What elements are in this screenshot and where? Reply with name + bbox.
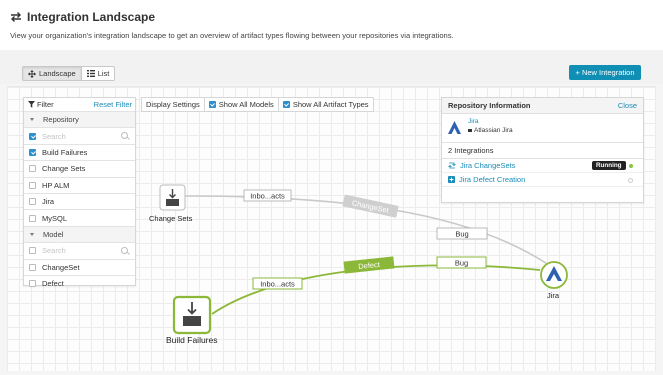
model-item-defect[interactable]: Defect [24,274,135,291]
checkbox[interactable] [29,263,36,271]
checkbox[interactable] [29,280,36,288]
repository-item-hp-alm[interactable]: HP ALM [24,176,135,193]
edge-buildfailures-to-jira [211,264,541,315]
checkbox[interactable] [29,214,36,222]
model-item-changeset[interactable]: ChangeSet [24,258,135,275]
edge-label-bottom-inbound[interactable]: Inbo...acts [252,277,303,290]
running-badge: Running [592,161,626,170]
integration-item-jira-changesets[interactable]: Jira ChangeSets Running [442,159,643,173]
status-dot-green [629,163,633,168]
repository-search-row[interactable]: Search [24,127,135,143]
repository-information-panel: Repository Information Close Jira Atlass… [441,97,644,203]
model-search-row[interactable]: Search [24,242,135,258]
change-sets-node-label: Change Sets [149,214,193,223]
model-group-label: Model [43,229,64,239]
show-all-models-checkbox[interactable] [208,101,216,108]
top-outbound-text: Bug [455,230,468,239]
repository-group-label: Repository [43,115,79,125]
repository-item-label: MySQL [42,213,68,223]
repository-item-change-sets[interactable]: Change Sets [24,160,135,176]
integrations-count-text: 2 Integrations [448,146,494,155]
edge-label-top-inbound[interactable]: Inbo...acts [243,189,292,202]
build-failures-node-label: Build Failures [166,335,218,345]
caret-down-icon [30,232,34,236]
show-all-models-label: Show All Models [218,100,274,109]
jira-node-label: Jira [547,291,560,300]
edge-label-top-outbound[interactable]: Bug [436,227,488,240]
integration-label: Jira ChangeSets [460,161,516,170]
checkbox[interactable] [29,181,36,189]
repository-item-label: HP ALM [42,180,70,190]
node-jira[interactable] [540,261,568,289]
filter-title: Filter [28,100,54,109]
jira-logo-icon [448,121,461,134]
repository-item-label: Change Sets [42,164,86,174]
filter-header: Filter Reset Filter [24,98,135,111]
node-change-sets[interactable] [159,184,186,211]
status-dot-empty [628,177,633,183]
repository-item-build-failures[interactable]: Build Failures [24,143,135,160]
sync-icon [448,162,456,169]
search-icon [121,132,128,140]
display-settings-bar: Display Settings Show All Models Show Al… [141,97,374,112]
node-build-failures[interactable] [172,295,212,335]
repository-info-header: Repository Information Close [442,98,643,114]
show-all-artifact-types-label: Show All Artifact Types [292,100,369,109]
filter-panel: Filter Reset Filter Repository Search Bu… [23,97,136,288]
search-icon [121,247,128,255]
filter-title-text: Filter [37,100,54,109]
repository-info-title: Repository Information [448,101,531,110]
repository-item-label: Build Failures [42,147,88,157]
checkbox[interactable] [29,148,36,156]
integrations-count: 2 Integrations [442,143,643,159]
repository-type: Atlassian Jira [468,127,513,134]
select-all-repositories-checkbox[interactable] [29,132,36,140]
reset-filter-link[interactable]: Reset Filter [94,100,132,109]
select-all-models-checkbox[interactable] [29,247,36,255]
plus-square-icon [448,176,455,183]
show-all-models-toggle[interactable]: Show All Models [203,98,278,111]
edge-label-bottom-model[interactable]: Defect [343,256,395,274]
model-group-toggle[interactable]: Model [24,225,135,243]
edge-label-bottom-outbound[interactable]: Bug [436,256,487,269]
repository-item-mysql[interactable]: MySQL [24,209,135,225]
bottom-inbound-text: Inbo...acts [260,280,295,289]
checkbox[interactable] [29,165,36,173]
model-search-input[interactable]: Search [42,246,66,255]
lock-icon [468,128,472,133]
caret-down-icon [30,118,34,122]
repository-item-label: Jira [42,197,55,207]
top-inbound-text: Inbo...acts [250,192,285,201]
checkbox[interactable] [29,198,36,206]
close-link[interactable]: Close [618,101,637,110]
display-settings-button[interactable]: Display Settings [142,98,204,111]
funnel-icon [28,101,35,108]
repository-search-input[interactable]: Search [42,132,66,141]
bottom-outbound-text: Bug [455,259,468,268]
repository-name-link[interactable]: Jira [468,118,478,125]
show-all-artifact-types-toggle[interactable]: Show All Artifact Types [277,98,373,111]
display-settings-label: Display Settings [146,100,200,109]
repository-item-jira[interactable]: Jira [24,192,135,209]
integration-item-jira-defect-creation[interactable]: Jira Defect Creation [442,173,643,187]
edge-label-top-model[interactable]: ChangeSet [342,194,399,218]
repository-summary: Jira Atlassian Jira [442,114,643,143]
integration-label: Jira Defect Creation [459,175,526,184]
model-item-label: Defect [42,279,64,289]
repository-type-text: Atlassian Jira [474,127,513,134]
show-all-artifact-types-checkbox[interactable] [282,101,290,108]
repository-group-toggle[interactable]: Repository [24,111,135,128]
model-item-label: ChangeSet [42,262,80,272]
